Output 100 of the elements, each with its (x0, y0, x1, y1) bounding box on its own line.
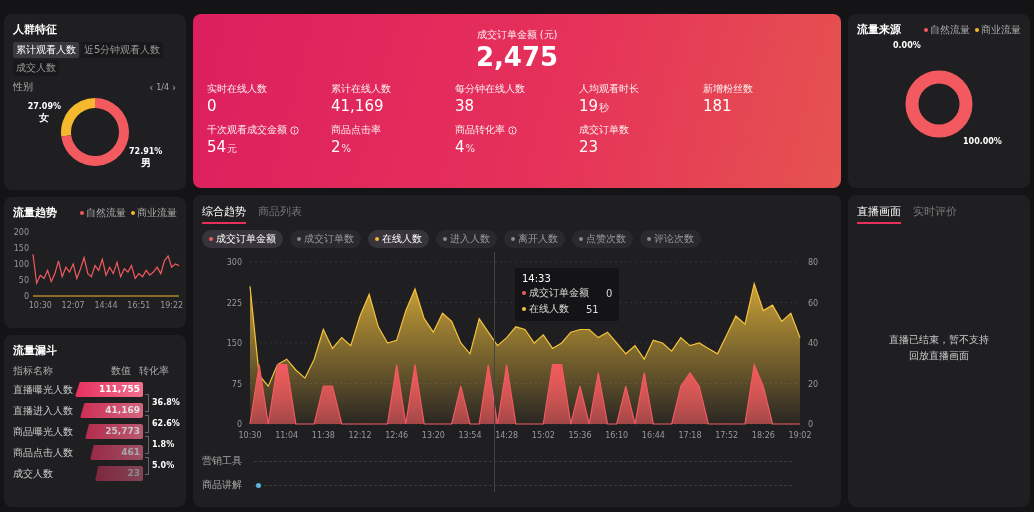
bracket-line (145, 393, 149, 412)
tooltip-label: 成交订单金额 (529, 286, 589, 300)
funnel-bar: 41,169 (80, 403, 143, 418)
funnel-label: 直播进入人数 (13, 403, 73, 418)
stat-unit: % (341, 143, 352, 154)
stat-unit: 元 (227, 142, 238, 156)
funnel-bar: 23 (95, 466, 143, 481)
axis-tick-label: 12:12 (348, 431, 372, 440)
axis-tick-label: 16:10 (605, 431, 629, 440)
funnel-bar: 111,755 (75, 382, 143, 397)
tooltip-time: 14:33 (522, 273, 552, 284)
metric-chip[interactable]: 离开人数 (504, 230, 565, 248)
axis-tick-label: 0 (23, 292, 29, 301)
axis-tick-label: 80 (808, 258, 819, 267)
stat-label: 每分钟在线人数 (455, 82, 525, 96)
axis-tick-label: 75 (231, 379, 242, 389)
axis-tick-label: 18:26 (751, 431, 775, 440)
axis-tick-label: 0 (236, 420, 242, 429)
axis-tick-label: 150 (13, 244, 29, 253)
funnel-label: 成交人数 (13, 466, 53, 481)
lane-label: 营销工具 (202, 454, 243, 468)
metric-chip[interactable]: 成交订单金额 (202, 230, 283, 248)
stat-unit: 秒 (599, 101, 610, 115)
axis-tick-label: 200 (13, 228, 29, 237)
conversion-rate: 62.6% (152, 419, 180, 428)
tab[interactable]: 商品列表 (258, 203, 302, 224)
stat-value: 23 (579, 138, 599, 156)
bracket-line (145, 456, 149, 475)
column-header: 数值 (111, 364, 131, 378)
stat-value: 4 (455, 138, 465, 156)
segment-tab[interactable]: 累计观看人数 (13, 42, 79, 58)
metric-chip[interactable]: 在线人数 (368, 230, 429, 248)
stat-value: 0 (207, 97, 217, 115)
axis-tick-label: 15:02 (531, 431, 555, 440)
stat-label: 千次观看成交金额 (207, 123, 287, 137)
axis-tick-label: 17:52 (715, 431, 739, 440)
panel-title: 流量漏斗 (13, 343, 58, 358)
timeline-marker (256, 482, 261, 488)
metric-chip[interactable]: 评论次数 (640, 230, 701, 248)
axis-tick-label: 60 (808, 298, 819, 308)
axis-tick-label: 16:51 (127, 301, 151, 310)
axis-tick-label: 0 (808, 420, 814, 429)
segment-tab[interactable]: 成交人数 (13, 60, 59, 76)
slice-label: 女 (39, 111, 50, 125)
axis-tick-label: 50 (18, 276, 29, 285)
tab[interactable]: 直播画面 (857, 203, 901, 224)
stat-value: 38 (455, 97, 475, 115)
tooltip-value: 51 (586, 303, 599, 315)
status-message: 直播已结束，暂不支持 (888, 333, 990, 347)
stat-label: 商品点击率 (331, 123, 381, 137)
slice-percent: 72.91% (129, 147, 163, 156)
panel-title: 流量趋势 (13, 205, 57, 220)
metric-chip[interactable]: 成交订单数 (290, 230, 361, 248)
stat-value: 181 (703, 97, 732, 115)
legend-label: 商业流量 (137, 205, 177, 220)
axis-tick-label: 17:18 (678, 431, 702, 440)
axis-tick-label: 100 (13, 260, 29, 269)
axis-tick-label: 15:36 (568, 431, 592, 440)
slice-percent: 0.00% (893, 41, 921, 50)
axis-tick-label: 11:38 (311, 431, 335, 440)
axis-tick-label: 13:54 (458, 431, 482, 440)
next-button[interactable]: › (171, 81, 177, 93)
tooltip-value: 0 (606, 287, 613, 299)
axis-tick-label: 40 (808, 339, 819, 348)
conversion-rate: 5.0% (152, 461, 175, 470)
lane-label: 商品讲解 (202, 478, 243, 492)
info-icon (290, 125, 299, 135)
stat-value: 19 (579, 97, 599, 115)
stat-label: 新增粉丝数 (703, 82, 753, 96)
axis-tick-label: 19:02 (788, 431, 812, 440)
bracket-line (145, 435, 149, 454)
stat-value: 54 (207, 138, 227, 156)
segment-tab[interactable]: 近5分钟观看人数 (81, 42, 164, 58)
stat-label: 累计在线人数 (331, 82, 391, 96)
tab[interactable]: 实时评价 (913, 203, 957, 224)
tooltip-label: 在线人数 (529, 302, 569, 316)
funnel-label: 商品点击人数 (13, 445, 73, 460)
axis-tick-label: 12:46 (385, 431, 409, 440)
status-message: 回放直播画面 (908, 349, 970, 363)
slice-label: 男 (140, 156, 151, 170)
tab[interactable]: 综合趋势 (202, 203, 246, 224)
panel-title: 人群特征 (13, 22, 58, 37)
stat-label: 人均观看时长 (579, 82, 639, 96)
axis-tick-label: 225 (226, 298, 242, 308)
conversion-rate: 36.8% (152, 398, 180, 407)
axis-tick-label: 12:07 (61, 301, 85, 310)
previous-button[interactable]: ‹ (148, 81, 155, 93)
metric-chip[interactable]: 点赞次数 (572, 230, 633, 248)
stat-unit: % (465, 143, 476, 154)
bracket-line (145, 414, 149, 433)
info-icon (508, 125, 517, 135)
axis-tick-label: 19:22 (160, 301, 184, 310)
axis-tick-label: 300 (226, 258, 242, 267)
legend-label: 自然流量 (86, 205, 126, 220)
stat-label: 实时在线人数 (207, 82, 267, 96)
axis-tick-label: 20 (808, 379, 819, 389)
legend-label: 商业流量 (981, 22, 1021, 37)
slice-percent: 27.09% (27, 102, 61, 111)
summary-value: 2,475 (474, 42, 560, 72)
metric-chip[interactable]: 进入人数 (436, 230, 497, 248)
